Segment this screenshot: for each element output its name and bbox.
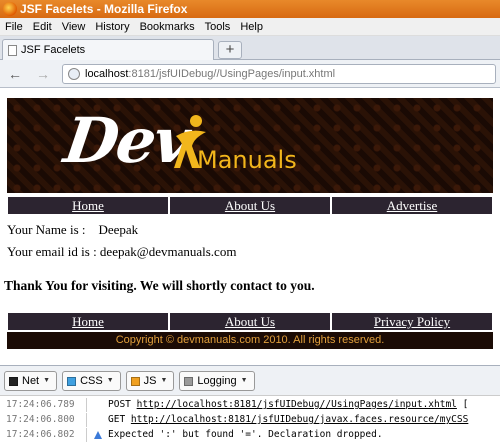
name-output: Your Name is : Deepak (7, 222, 139, 237)
log-row[interactable]: 17:24:06.802 Expected ':' but found '='.… (0, 428, 500, 442)
window-title: JSF Facelets - Mozilla Firefox (20, 2, 188, 16)
thank-you-message: Thank You for visiting. We will shortly … (4, 278, 315, 293)
css-filter-swatch (67, 376, 77, 386)
url-bar[interactable]: localhost:8181/jsfUIDebug//UsingPages/in… (62, 64, 496, 84)
email-output: Your email id is : deepak@devmanuals.com (7, 244, 237, 259)
chevron-down-icon: ▼ (106, 377, 114, 384)
top-nav-cell-advertise: Advertise (331, 197, 493, 214)
url-host: localhost (85, 68, 129, 80)
firefox-icon (3, 2, 17, 16)
new-tab-button[interactable]: + (218, 41, 242, 59)
js-filter-label: JS (143, 375, 157, 387)
tab-strip: JSF Facelets + (0, 36, 500, 60)
top-nav-cell-about: About Us (169, 197, 331, 214)
site-banner: Dev Manuals (7, 98, 493, 193)
copyright-footer: Copyright © devmanuals.com 2010. All rig… (7, 332, 493, 349)
log-row[interactable]: 17:24:06.800 GET http://localhost:8181/j… (0, 413, 500, 427)
js-filter-button[interactable]: JS ▼ (125, 371, 175, 391)
top-nav-advertise-link[interactable]: Advertise (387, 198, 438, 213)
menu-file[interactable]: File (0, 18, 28, 36)
url-path: :8181/jsfUIDebug//UsingPages/input.xhtml (128, 68, 336, 80)
forward-arrow-icon[interactable]: → (34, 65, 52, 83)
log-time: 17:24:06.802 (6, 429, 75, 440)
log-gutter (86, 398, 87, 412)
back-arrow-icon[interactable]: ← (6, 65, 24, 83)
menu-history[interactable]: History (90, 18, 134, 36)
logging-filter-label: Logging (197, 375, 237, 387)
log-message: Expected ':' but found '='. Declaration … (108, 429, 383, 440)
log-url-link[interactable]: http://localhost:8181/jsfUIDebug//UsingP… (137, 399, 457, 410)
menu-tools[interactable]: Tools (200, 18, 236, 36)
window-title-bar: JSF Facelets - Mozilla Firefox (0, 0, 500, 18)
globe-icon (68, 68, 80, 80)
log-method: GET (108, 414, 131, 425)
tab-title: JSF Facelets (21, 44, 86, 56)
net-filter-label: Net (22, 375, 40, 387)
bottom-nav-cell-about: About Us (169, 313, 331, 330)
menu-help[interactable]: Help (235, 18, 268, 36)
menu-view[interactable]: View (57, 18, 91, 36)
log-row[interactable]: 17:24:06.789 POST http://localhost:8181/… (0, 398, 500, 412)
log-message: POST http://localhost:8181/jsfUIDebug//U… (108, 398, 468, 412)
net-filter-button[interactable]: Net ▼ (4, 371, 58, 391)
page-content: Dev Manuals Home About Us Advertise Your… (0, 89, 500, 363)
css-filter-button[interactable]: CSS ▼ (62, 371, 121, 391)
menu-bookmarks[interactable]: Bookmarks (135, 18, 200, 36)
chevron-down-icon: ▼ (43, 377, 51, 384)
logo-manuals-text: Manuals (197, 146, 297, 174)
net-filter-swatch (9, 376, 18, 386)
navigation-toolbar: ← → localhost:8181/jsfUIDebug//UsingPage… (0, 60, 500, 88)
logging-filter-swatch (184, 376, 194, 386)
tab-jsf-facelets[interactable]: JSF Facelets (2, 39, 214, 60)
log-gutter (86, 428, 87, 442)
chevron-down-icon: ▼ (240, 377, 248, 384)
log-message: GET http://localhost:8181/jsfUIDebug/jav… (108, 413, 468, 427)
chevron-down-icon: ▼ (160, 377, 168, 384)
console-filters: Net ▼ CSS ▼ JS ▼ Logging ▼ (4, 371, 255, 391)
top-nav-cell-home: Home (7, 197, 169, 214)
bottom-nav-about-link[interactable]: About Us (225, 314, 275, 329)
bottom-nav-cell-home: Home (7, 313, 169, 330)
css-filter-label: CSS (80, 375, 103, 387)
top-nav-about-link[interactable]: About Us (225, 198, 275, 213)
bottom-nav-cell-privacy: Privacy Policy (331, 313, 493, 330)
log-time: 17:24:06.800 (6, 414, 75, 425)
warning-icon (94, 431, 102, 439)
logging-filter-button[interactable]: Logging ▼ (179, 371, 255, 391)
log-method: POST (108, 399, 137, 410)
page-icon (8, 45, 17, 56)
js-filter-swatch (130, 376, 140, 386)
bottom-nav-privacy-link[interactable]: Privacy Policy (374, 314, 450, 329)
log-time: 17:24:06.789 (6, 399, 75, 410)
menu-bar: File Edit View History Bookmarks Tools Help (0, 18, 500, 36)
bottom-nav-home-link[interactable]: Home (72, 314, 104, 329)
log-suffix: [ (456, 399, 469, 410)
log-gutter (86, 413, 87, 427)
bottom-site-nav: Home About Us Privacy Policy (7, 313, 493, 330)
console-log: 17:24:06.789 POST http://localhost:8181/… (0, 395, 500, 442)
log-url-link[interactable]: http://localhost:8181/jsfUIDebug/javax.f… (131, 414, 468, 425)
console-panel: Net ▼ CSS ▼ JS ▼ Logging ▼ 17:24:06.789 … (0, 365, 500, 442)
top-nav-home-link[interactable]: Home (72, 198, 104, 213)
menu-edit[interactable]: Edit (28, 18, 57, 36)
top-site-nav: Home About Us Advertise (7, 197, 493, 214)
